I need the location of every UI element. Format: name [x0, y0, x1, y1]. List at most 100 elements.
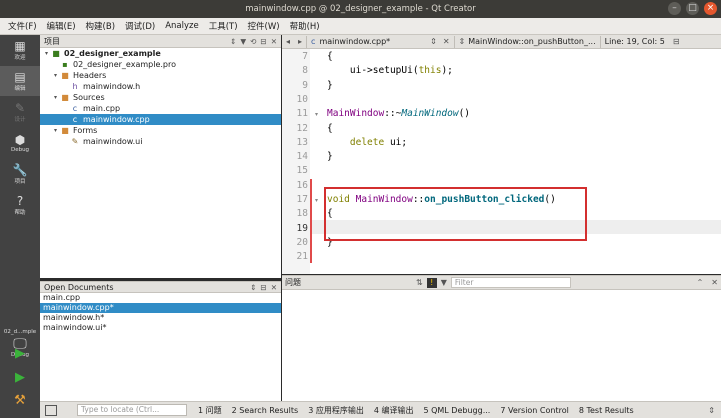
tab-search-results[interactable]: 2 Search Results — [227, 406, 304, 415]
menu-tools[interactable]: 工具(T) — [204, 20, 243, 32]
line-number: 16 — [296, 179, 308, 191]
run-icon[interactable]: ▶ — [10, 345, 30, 363]
pencil-icon: ✎ — [14, 100, 26, 115]
tab-version-control[interactable]: 7 Version Control — [495, 406, 574, 415]
progress-toggle-icon[interactable]: ⇕ — [708, 406, 715, 415]
open-document-item[interactable]: mainwindow.cpp* — [40, 303, 281, 313]
close-pane-icon[interactable]: ✕ — [711, 278, 718, 287]
expand-arrow-icon[interactable]: ▾ — [51, 92, 60, 103]
code-line[interactable]: ui->setupUi(this); — [327, 64, 453, 78]
menu-file[interactable]: 文件(F) — [3, 20, 42, 32]
open-document-item[interactable]: mainwindow.h* — [40, 313, 281, 323]
tree-item-pro-file[interactable]: ▪ 02_designer_example.pro — [40, 59, 281, 70]
menu-edit[interactable]: 编辑(E) — [42, 20, 81, 32]
menu-debug[interactable]: 调试(D) — [120, 20, 160, 32]
expand-arrow-icon[interactable]: ▾ — [42, 48, 51, 59]
menu-widgets[interactable]: 控件(W) — [243, 20, 285, 32]
warning-icon[interactable]: ! — [426, 277, 437, 288]
mode-label: 欢迎 — [14, 54, 26, 61]
tree-item-mainwindow-ui[interactable]: ✎ mainwindow.ui — [40, 136, 281, 147]
forward-arrow-icon[interactable]: ▸ — [294, 37, 306, 46]
projects-pane-header: 项目 ⇕ ▼ ⟲ ⊟ ✕ — [40, 35, 281, 48]
tab-problems[interactable]: 1 问题 — [193, 405, 227, 416]
mode-debug[interactable]: ⬢ Debug — [0, 128, 40, 158]
build-hammer-icon[interactable]: ⚒ — [10, 392, 30, 410]
code-line[interactable]: delete ui; — [327, 136, 407, 150]
project-tree: ▾ ■ 02_designer_example ▪ 02_designer_ex… — [40, 48, 281, 278]
menu-build[interactable]: 构建(B) — [81, 20, 120, 32]
expand-arrow-icon[interactable]: ▾ — [51, 125, 60, 136]
mode-label: Debug — [10, 146, 30, 153]
fold-arrow-icon[interactable]: ▾ — [315, 197, 318, 204]
menu-help[interactable]: 帮助(H) — [285, 20, 325, 32]
line-number: 17 — [296, 194, 308, 205]
close-document-icon[interactable]: ✕ — [443, 37, 450, 46]
tab-compile-output[interactable]: 4 编译输出 — [369, 405, 419, 416]
code-line[interactable]: } — [327, 79, 333, 93]
sort-icon[interactable]: ⇕ — [230, 37, 236, 46]
split-icon[interactable]: ⊟ — [260, 37, 266, 46]
menu-bar: 文件(F) 编辑(E) 构建(B) 调试(D) Analyze 工具(T) 控件… — [0, 18, 721, 35]
code-line[interactable]: } — [327, 150, 333, 164]
tree-item-mainwindow-h[interactable]: h mainwindow.h — [40, 81, 281, 92]
split-icon[interactable]: ⊟ — [669, 37, 684, 46]
debug-run-icon[interactable]: ▶ — [10, 369, 30, 387]
mode-projects[interactable]: 🔧 项目 — [0, 159, 40, 189]
close-pane-icon[interactable]: ✕ — [271, 37, 277, 46]
code-editor[interactable]: 7 8 9 10 11 12 13 14 15 16 17 18 19 20 21 { ui->setupU… — [282, 49, 721, 274]
locator-input[interactable]: Type to locate (Ctrl... — [77, 404, 187, 416]
output-pane-bar: Type to locate (Ctrl... 1 问题 2 Search Re… — [40, 401, 721, 418]
mode-selector: ▦ 欢迎 ▤ 编辑 ✎ 设计 ⬢ Debug 🔧 项目 ? 帮助 02_d...… — [0, 35, 40, 418]
problems-filter-input[interactable]: Filter — [450, 277, 571, 288]
expand-arrow-icon[interactable]: ▾ — [51, 70, 60, 81]
open-documents-header: Open Documents ⇕ ⊟ ✕ — [40, 281, 281, 293]
mode-welcome[interactable]: ▦ 欢迎 — [0, 35, 40, 65]
mode-help[interactable]: ? 帮助 — [0, 190, 40, 220]
mode-design[interactable]: ✎ 设计 — [0, 97, 40, 127]
tree-item-sources[interactable]: ▾ ■ Sources — [40, 92, 281, 103]
code-line[interactable]: { — [327, 122, 333, 136]
tab-test-results[interactable]: 8 Test Results — [574, 406, 639, 415]
minimize-icon[interactable]: – — [668, 2, 681, 15]
tree-item-mainwindow-cpp[interactable]: c mainwindow.cpp — [40, 114, 281, 125]
open-document-item[interactable]: main.cpp — [40, 293, 281, 303]
maximize-icon[interactable]: □ — [686, 2, 699, 15]
filter-icon[interactable]: ▼ — [240, 37, 246, 46]
tree-item-project[interactable]: ▾ ■ 02_designer_example — [40, 48, 281, 59]
code-line[interactable]: MainWindow::~MainWindow() — [327, 107, 470, 121]
toggle-sidebar-icon[interactable] — [45, 404, 57, 416]
close-pane-icon[interactable]: ✕ — [271, 283, 277, 292]
code-line[interactable]: { — [327, 50, 333, 64]
mode-edit[interactable]: ▤ 编辑 — [0, 66, 40, 96]
line-number-gutter: 7 8 9 10 11 12 13 14 15 16 17 18 19 20 21 — [282, 49, 310, 274]
line-number: 11 — [296, 108, 308, 120]
fold-arrow-icon[interactable]: ▾ — [315, 111, 318, 118]
projects-pane-title: 项目 — [44, 36, 60, 46]
window-title: mainwindow.cpp @ 02_designer_example - Q… — [245, 4, 476, 14]
sort-icon[interactable]: ⇕ — [250, 283, 256, 292]
tree-item-forms[interactable]: ▾ ■ Forms — [40, 125, 281, 136]
tab-application-output[interactable]: 3 应用程序输出 — [303, 405, 369, 416]
close-icon[interactable]: × — [704, 2, 717, 15]
tree-item-main-cpp[interactable]: c main.cpp — [40, 103, 281, 114]
cpp-file-icon: c — [72, 104, 78, 113]
menu-analyze[interactable]: Analyze — [160, 21, 204, 31]
folder-icon: ■ — [61, 126, 69, 135]
tree-item-headers[interactable]: ▾ ■ Headers — [40, 70, 281, 81]
sync-icon[interactable]: ⟲ — [250, 37, 256, 46]
sort-icon[interactable]: ⇅ — [416, 278, 423, 287]
open-document-item[interactable]: mainwindow.ui* — [40, 323, 281, 333]
folder-icon: ■ — [61, 93, 69, 102]
line-number: 12 — [296, 122, 308, 134]
split-icon[interactable]: ⊟ — [260, 283, 266, 292]
cursor-position[interactable]: Line: 19, Col: 5 — [601, 37, 669, 46]
open-documents-title: Open Documents — [44, 282, 114, 292]
filter-icon[interactable]: ▼ — [441, 278, 447, 287]
symbol-selector[interactable]: ⇕ MainWindow::on_pushButton_... — [455, 37, 600, 46]
tab-qml-debugger[interactable]: 5 QML Debugg... — [418, 406, 495, 415]
maximize-pane-icon[interactable]: ⌃ — [697, 278, 704, 287]
cpp-file-icon: c — [72, 115, 78, 124]
back-arrow-icon[interactable]: ◂ — [282, 37, 294, 46]
folder-icon: ■ — [61, 71, 69, 80]
file-selector[interactable]: c mainwindow.cpp* ⇕ ✕ — [307, 37, 454, 46]
